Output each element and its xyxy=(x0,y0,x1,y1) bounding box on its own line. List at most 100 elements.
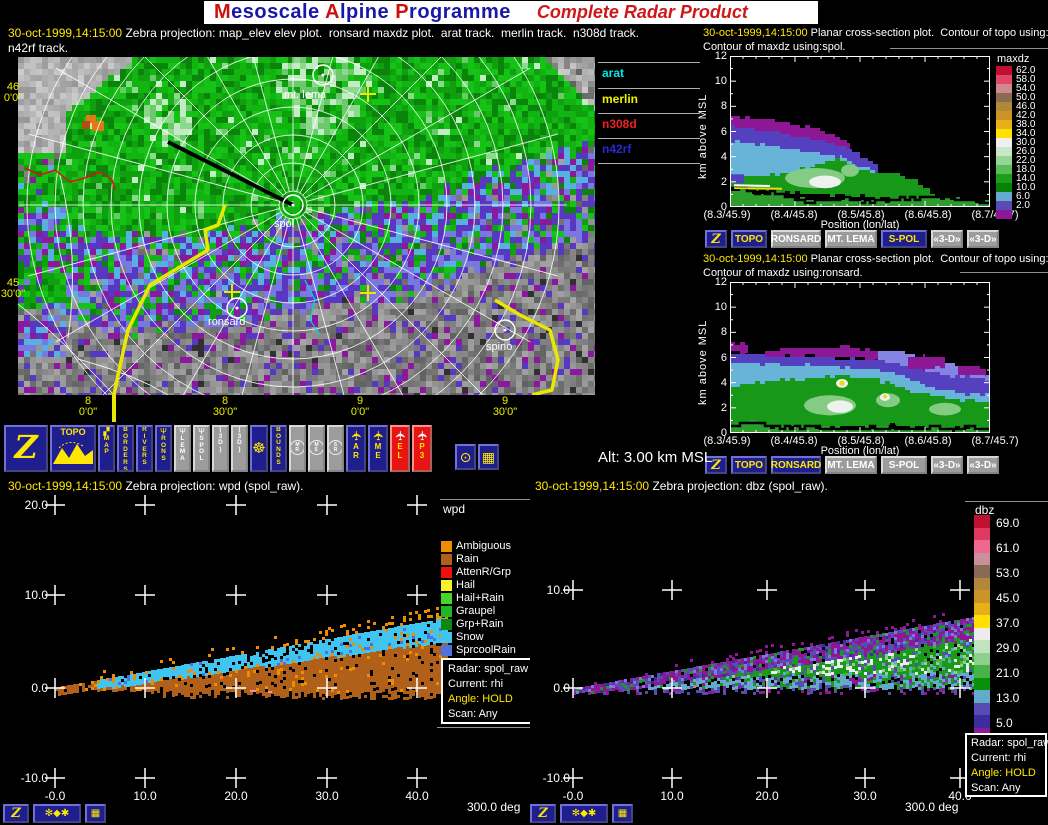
cs-toolbar-button-s-pol[interactable]: S-POL xyxy=(881,230,927,248)
maxdz-scale-segment xyxy=(996,66,1012,75)
toolbar-button-label: L E M A xyxy=(180,436,185,462)
cs-toolbar-button-ronsard[interactable]: RONSARD xyxy=(771,456,821,474)
cross-section-1-canvas[interactable] xyxy=(730,56,990,207)
radar-mode-icon: M S xyxy=(309,440,324,455)
toolbar-button-p3[interactable]: ✈P 3 xyxy=(412,425,432,472)
toolbar-button--3d-[interactable]: ( 3 D ) xyxy=(231,425,248,472)
cs-toolbar-button-mt-lema[interactable]: MT. LEMA xyxy=(825,456,877,474)
cs-toolbar-button-topo[interactable]: TOPO xyxy=(731,456,767,474)
dbz-scale-segment xyxy=(974,628,990,641)
toolbar-button-label: B O R D E R S xyxy=(123,427,128,472)
toolbar-button-rons[interactable]: ΨR O N S xyxy=(155,425,172,472)
toolbar-button-map[interactable]: ▞M A P xyxy=(98,425,115,472)
toolbar-button-sr[interactable]: S R xyxy=(327,425,344,472)
dbz-scale-segment xyxy=(974,528,990,541)
track-legend-item-n308d[interactable]: n308d xyxy=(602,117,637,131)
legend-swatch-snow xyxy=(441,632,452,643)
toolbar-button-z[interactable]: Z xyxy=(4,425,48,472)
toolbar-button-me[interactable]: ✈M E xyxy=(368,425,388,472)
cs-toolbar-button--3-d-[interactable]: «3-D» xyxy=(967,230,999,248)
dbz-scale-label: 61.0 xyxy=(996,543,1019,553)
status-angle: Angle: HOLD xyxy=(448,693,513,705)
toolbar-button-label: M A P xyxy=(104,436,109,456)
bl-y-tick: 20.0 xyxy=(2,498,48,512)
bl-x-tick: -0.0 xyxy=(30,790,80,803)
dbz-scale-label: 21.0 xyxy=(996,668,1019,678)
toolbar-button-label: A R xyxy=(353,443,359,460)
cross-section-1-header: 30-oct-1999,14:15:00 Planar cross-sectio… xyxy=(703,26,1048,40)
toolbar-button-topo[interactable]: TOPO xyxy=(50,425,96,472)
mini-toolbar-button-grid-icon[interactable]: ▦ xyxy=(612,804,633,823)
legend-divider xyxy=(598,163,700,164)
legend-swatch-hail-rain xyxy=(441,593,452,604)
toolbar-button-spol[interactable]: ΨS P O L xyxy=(193,425,210,472)
cs-toolbar-button--3-d-[interactable]: «3-D» xyxy=(967,456,999,474)
dbz-scale-segment xyxy=(974,515,990,528)
legend-swatch-sprcoolrain xyxy=(441,645,452,656)
maxdz-scale-label: 2.0 xyxy=(1016,201,1030,211)
map-x-tick: 8 0'0" xyxy=(63,396,113,418)
radar-map-canvas[interactable] xyxy=(18,57,595,395)
mini-toolbar-button-z[interactable]: Z xyxy=(3,804,29,823)
cs1-timestamp: 30-oct-1999,14:15:00 xyxy=(703,27,808,39)
toolbar-button-helm-icon[interactable]: ☸ xyxy=(250,425,268,472)
toolbar-button-el[interactable]: ✈E L xyxy=(390,425,410,472)
cs-toolbar-button-z[interactable]: Z xyxy=(705,230,727,248)
precip-symbols-icon: ✻◆✱ xyxy=(572,808,596,819)
cs-y-tick: 4 xyxy=(703,377,727,389)
wpd-legend-title: wpd xyxy=(443,502,465,516)
cs-toolbar-button--3-d-[interactable]: «3-D» xyxy=(931,456,963,474)
cs-y-tick: 6 xyxy=(703,126,727,138)
toolbar-button-ms[interactable]: M S xyxy=(308,425,325,472)
maxdz-scale-segment xyxy=(996,93,1012,102)
toolbar-button-rivers[interactable]: R I V E R S xyxy=(136,425,153,472)
map-header-line2: n42rf track. xyxy=(8,41,68,55)
status-current: Current: rhi xyxy=(448,678,503,690)
dbz-scale-label: 13.0 xyxy=(996,693,1019,703)
toolbar-button-label: B O U N D S xyxy=(276,427,281,467)
toolbar-button--3d-[interactable]: ( 3 D ) xyxy=(212,425,229,472)
track-legend-item-arat[interactable]: arat xyxy=(602,66,624,80)
br-azimuth-readout: 300.0 deg xyxy=(905,800,958,814)
cs-toolbar-button-s-pol[interactable]: S-POL xyxy=(881,456,927,474)
legend-swatch-graupel xyxy=(441,606,452,617)
toolbar-button-mr[interactable]: M R xyxy=(289,425,306,472)
dbz-scale-segment xyxy=(974,690,990,703)
mini-toolbar-button-grid-icon[interactable]: ▦ xyxy=(85,804,106,823)
toolbar-button-ar[interactable]: ✈ A R xyxy=(346,425,366,472)
toolbar-button-lema[interactable]: ΨL E M A xyxy=(174,425,191,472)
cs-toolbar-button-topo[interactable]: TOPO xyxy=(731,230,767,248)
legend-divider xyxy=(598,62,700,63)
toolbar-button-label: M E xyxy=(375,443,382,460)
toolbar-button-borders[interactable]: B O R D E R S xyxy=(117,425,134,472)
cs-x-tick: (8.3/45.9) xyxy=(692,209,762,222)
maxdz-scale-segment xyxy=(996,156,1012,165)
track-legend-item-merlin[interactable]: merlin xyxy=(602,92,638,106)
cs-toolbar-button--3-d-[interactable]: «3-D» xyxy=(931,230,963,248)
legend-label: Ambiguous xyxy=(456,540,511,552)
track-legend-item-n42rf[interactable]: n42rf xyxy=(602,142,631,156)
cs-toolbar-button-ronsard[interactable]: RONSARD xyxy=(771,230,821,248)
helm-icon: ☸ xyxy=(252,427,265,471)
dbz-scale-segment xyxy=(974,678,990,691)
dbz-scale-label: 45.0 xyxy=(996,593,1019,603)
map-timestamp: 30-oct-1999,14:15:00 xyxy=(8,26,122,40)
mini-toolbar-button-precip-symbols-icon[interactable]: ✻◆✱ xyxy=(33,804,81,823)
mini-toolbar-button-precip-symbols-icon[interactable]: ✻◆✱ xyxy=(560,804,608,823)
airplane-icon: ✈ xyxy=(349,430,364,441)
toolbar-button-grid-icon[interactable]: ▦ xyxy=(478,444,499,470)
mini-toolbar-button-z[interactable]: Z xyxy=(530,804,556,823)
br-x-tick: 30.0 xyxy=(840,790,890,803)
map-y-tick: 46 0'0" xyxy=(0,82,26,104)
grid-icon: ▦ xyxy=(618,808,627,819)
legend-divider xyxy=(598,113,700,114)
maxdz-scale-segment xyxy=(996,120,1012,129)
cross-section-2-canvas[interactable] xyxy=(730,282,990,433)
status-angle: Angle: HOLD xyxy=(971,767,1036,779)
toolbar-button-bounds[interactable]: B O U N D S xyxy=(270,425,287,472)
maxdz-scale-segment xyxy=(996,75,1012,84)
cs-toolbar-button-mt-lema[interactable]: MT. LEMA xyxy=(825,230,877,248)
br-y-tick: 10.0 xyxy=(524,583,570,597)
app-subtitle: Complete Radar Product xyxy=(537,2,748,23)
toolbar-button-circle-dot-icon[interactable]: ⊙ xyxy=(455,444,476,470)
